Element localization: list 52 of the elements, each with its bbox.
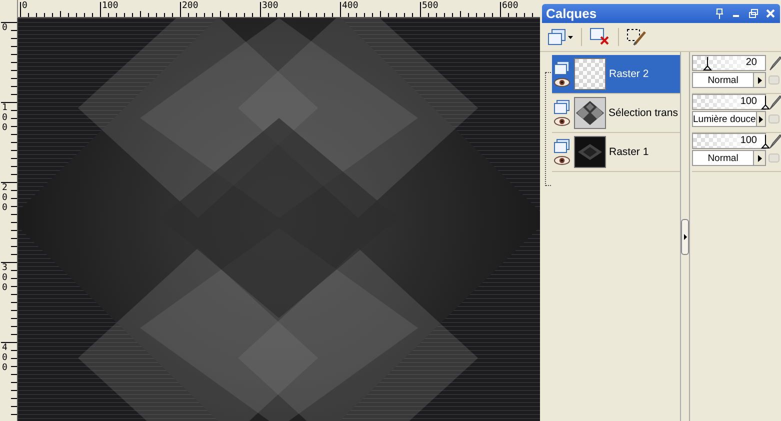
layer-row[interactable]: Raster 1 [552, 133, 680, 172]
opacity-slider[interactable]: 20 [692, 55, 766, 71]
restore-icon[interactable] [748, 8, 759, 19]
slider-thumb[interactable] [761, 96, 770, 110]
slider-thumb[interactable] [761, 135, 770, 149]
opacity-value: 100 [740, 96, 757, 107]
ruler-label: 0 [2, 24, 8, 34]
ruler-label: 300 [2, 264, 8, 294]
layer-icon [554, 61, 570, 75]
layer-icon [554, 139, 570, 153]
eye-icon[interactable] [554, 78, 570, 87]
ruler-label: 100 [102, 2, 118, 11]
ruler-label: 400 [2, 344, 8, 374]
opacity-value: 20 [746, 57, 757, 68]
brush-icon[interactable] [768, 56, 781, 71]
arrow-icon [684, 234, 686, 240]
caret-icon [568, 36, 573, 38]
brush-icon[interactable] [768, 95, 781, 110]
ruler-label: 200 [2, 184, 8, 214]
eye-icon[interactable] [554, 117, 570, 126]
delete-layer-icon[interactable] [590, 28, 610, 46]
arrow-icon [758, 116, 763, 122]
ruler-label: 200 [182, 2, 198, 11]
layer-thumbnail [574, 136, 606, 168]
arrow-icon [758, 76, 762, 84]
ruler-label: 400 [342, 2, 358, 11]
splitter-handle[interactable] [681, 218, 689, 254]
ruler-label: 100 [2, 104, 8, 134]
close-icon[interactable] [765, 8, 776, 19]
ruler-label: 600 [502, 2, 518, 11]
layer-row[interactable]: Raster 2 [552, 55, 680, 94]
layer-name: Raster 1 [609, 146, 649, 158]
brush-icon[interactable] [768, 134, 781, 149]
layer-name: Sélection trans [608, 107, 678, 119]
eye-icon[interactable] [554, 156, 570, 165]
pin-icon[interactable] [714, 8, 725, 19]
blend-mode-dropdown[interactable]: Normal [692, 150, 766, 166]
layer-thumbnail [574, 97, 606, 129]
opacity-value: 100 [740, 135, 757, 146]
new-layer-button[interactable] [548, 29, 573, 45]
edit-selection-icon[interactable] [627, 28, 647, 46]
blend-mode-dropdown[interactable]: Lumière douce [692, 111, 766, 127]
arrow-icon [758, 154, 762, 162]
ruler-label: 0 [22, 2, 28, 11]
layer-icon [554, 100, 570, 114]
ruler-label: 300 [262, 2, 278, 11]
palette-title: Calques [546, 6, 598, 21]
ruler-label: 500 [422, 2, 438, 11]
layer-thumbnail [574, 58, 606, 90]
layer-row[interactable]: Sélection trans [552, 94, 680, 133]
layer-name: Raster 2 [609, 68, 649, 80]
slider-thumb[interactable] [703, 57, 712, 71]
